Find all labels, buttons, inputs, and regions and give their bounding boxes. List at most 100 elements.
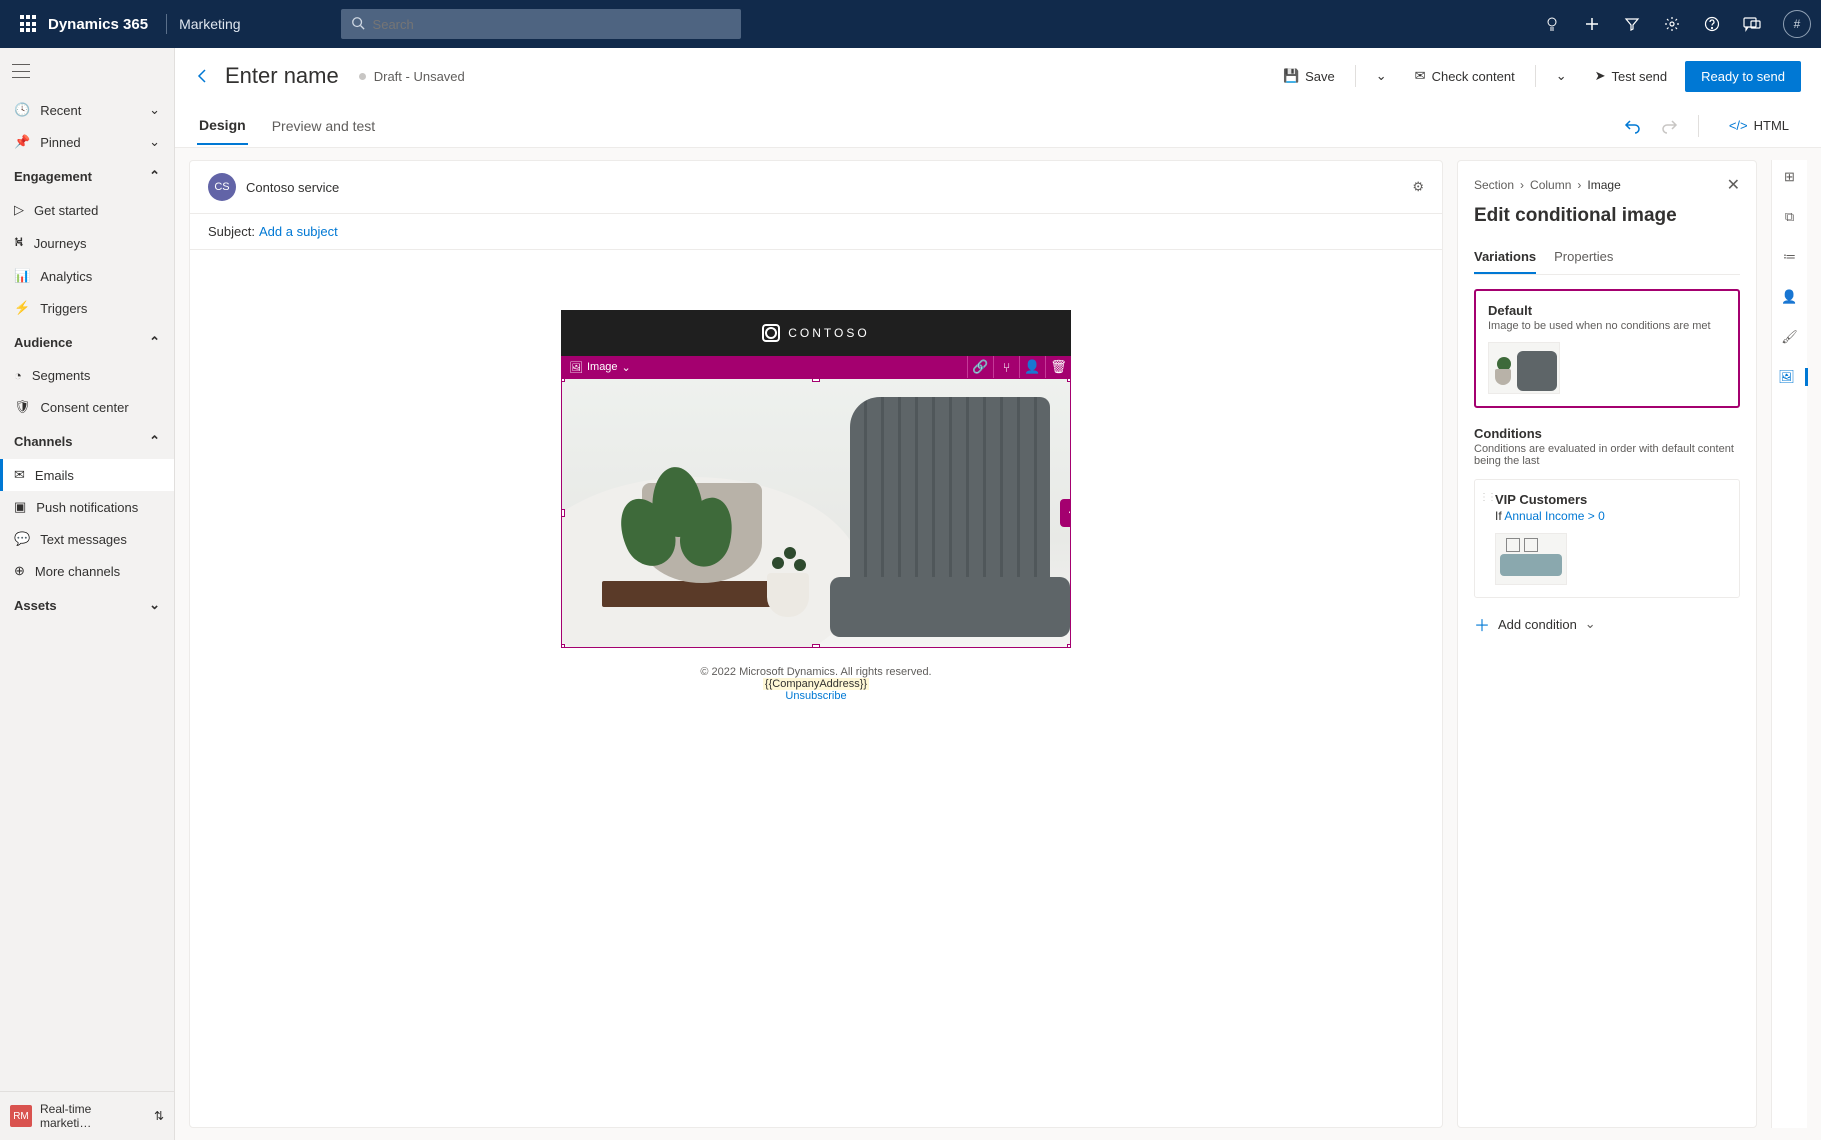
resize-handle[interactable] bbox=[561, 644, 565, 648]
hamburger-icon[interactable] bbox=[12, 64, 30, 78]
more-icon: ⊕ bbox=[14, 563, 25, 579]
global-search[interactable] bbox=[341, 9, 741, 39]
panel-close-button[interactable]: ✕ bbox=[1727, 175, 1740, 195]
default-thumbnail[interactable] bbox=[1488, 342, 1560, 394]
filter-icon[interactable] bbox=[1623, 15, 1641, 33]
resize-handle[interactable] bbox=[812, 378, 820, 382]
sidebar-emails[interactable]: ✉Emails bbox=[0, 459, 174, 491]
clock-icon: 🕓 bbox=[14, 102, 30, 118]
rail-image-icon[interactable]: 🖼 bbox=[1772, 368, 1808, 386]
email-canvas[interactable]: CS Contoso service ⚙ Subject: Add a subj… bbox=[189, 160, 1443, 1128]
tab-variations[interactable]: Variations bbox=[1474, 241, 1536, 274]
area-switcher[interactable]: RM Real-time marketi… ⇅ bbox=[0, 1091, 174, 1140]
sender-name[interactable]: Contoso service bbox=[246, 180, 339, 195]
check-dropdown[interactable]: ⌄ bbox=[1546, 62, 1577, 90]
sidebar-sms[interactable]: 💬Text messages bbox=[0, 523, 174, 555]
search-input[interactable] bbox=[341, 9, 741, 39]
condition-card[interactable]: VIP Customers If Annual Income > 0 bbox=[1474, 479, 1740, 598]
rail-add-icon[interactable]: ⊞ bbox=[1781, 168, 1799, 186]
consent-icon: 🛡 bbox=[14, 399, 31, 415]
sidebar-triggers[interactable]: ⚡Triggers bbox=[0, 292, 174, 324]
resize-handle[interactable] bbox=[1067, 378, 1071, 382]
sidebar-pinned[interactable]: 📌Pinned⌄ bbox=[0, 126, 174, 158]
crumb-column[interactable]: Column bbox=[1530, 178, 1571, 192]
test-send-button[interactable]: ➤Test send bbox=[1585, 62, 1678, 90]
settings-icon[interactable] bbox=[1663, 15, 1681, 33]
resize-handle[interactable] bbox=[561, 378, 565, 382]
record-title[interactable]: Enter name bbox=[225, 63, 339, 89]
sender-settings-icon[interactable]: ⚙ bbox=[1412, 179, 1424, 195]
condition-link[interactable]: Annual Income > 0 bbox=[1504, 509, 1604, 523]
resize-handle[interactable] bbox=[1067, 644, 1071, 648]
group-engagement[interactable]: Engagement⌃ bbox=[0, 158, 174, 194]
area-badge: RM bbox=[10, 1105, 32, 1127]
save-dropdown[interactable]: ⌄ bbox=[1366, 62, 1397, 90]
conditions-subtitle: Conditions are evaluated in order with d… bbox=[1474, 443, 1740, 467]
chevron-up-icon: ⌃ bbox=[149, 168, 160, 184]
tab-preview[interactable]: Preview and test bbox=[270, 108, 378, 144]
status-text: Draft - Unsaved bbox=[374, 69, 465, 84]
rail-styles-icon[interactable]: 🖌 bbox=[1781, 328, 1799, 346]
sidebar-more-channels[interactable]: ⊕More channels bbox=[0, 555, 174, 587]
rail-personalize-icon[interactable]: 👤 bbox=[1781, 288, 1799, 306]
tab-design[interactable]: Design bbox=[197, 107, 248, 145]
address-token[interactable]: {{CompanyAddress}} bbox=[763, 678, 869, 690]
subject-row: Subject: Add a subject bbox=[190, 214, 1442, 250]
area-label: Marketing bbox=[179, 16, 240, 32]
panel-tabs: Variations Properties bbox=[1474, 241, 1740, 275]
app-launcher-icon[interactable] bbox=[20, 15, 38, 33]
back-button[interactable] bbox=[195, 68, 211, 84]
rail-elements-icon[interactable]: ⧉ bbox=[1781, 208, 1799, 226]
branch-action-icon[interactable]: ⑂ bbox=[993, 356, 1019, 378]
group-audience[interactable]: Audience⌃ bbox=[0, 324, 174, 360]
subject-input[interactable]: Add a subject bbox=[259, 224, 338, 239]
chat-icon[interactable] bbox=[1743, 15, 1761, 33]
group-assets[interactable]: Assets⌄ bbox=[0, 587, 174, 623]
command-bar: Enter name Draft - Unsaved 💾Save ⌄ ✉Chec… bbox=[175, 48, 1821, 104]
html-button[interactable]: </>HTML bbox=[1719, 112, 1799, 139]
selected-image-block[interactable]: ✥ bbox=[561, 378, 1071, 648]
user-avatar[interactable]: # bbox=[1783, 10, 1811, 38]
group-channels[interactable]: Channels⌃ bbox=[0, 423, 174, 459]
condition-expression: If Annual Income > 0 bbox=[1495, 509, 1727, 523]
chevron-down-icon: ⌄ bbox=[149, 597, 160, 613]
ready-to-send-button[interactable]: Ready to send bbox=[1685, 61, 1801, 92]
link-action-icon[interactable]: 🔗 bbox=[967, 356, 993, 378]
unsubscribe-link[interactable]: Unsubscribe bbox=[785, 690, 846, 702]
sidebar-journeys[interactable]: ⛕Journeys bbox=[0, 226, 174, 260]
sidebar-consent[interactable]: 🛡Consent center bbox=[0, 391, 174, 423]
sidebar-analytics[interactable]: 📊Analytics bbox=[0, 260, 174, 292]
updown-icon: ⇅ bbox=[154, 1109, 164, 1123]
sidebar-push[interactable]: ▣Push notifications bbox=[0, 491, 174, 523]
default-title: Default bbox=[1488, 303, 1726, 318]
resize-handle[interactable] bbox=[812, 644, 820, 648]
undo-button[interactable] bbox=[1624, 117, 1642, 135]
rail-outline-icon[interactable]: ≔ bbox=[1781, 248, 1799, 266]
move-handle[interactable]: ✥ bbox=[1060, 499, 1071, 527]
add-condition-button[interactable]: ＋ Add condition ⌄ bbox=[1474, 612, 1740, 636]
save-button[interactable]: 💾Save bbox=[1273, 62, 1345, 90]
condition-thumbnail[interactable] bbox=[1495, 533, 1567, 585]
selection-label[interactable]: 🖼Image⌄ bbox=[561, 359, 639, 376]
sidebar-segments[interactable]: ◔Segments bbox=[0, 360, 174, 391]
tab-properties[interactable]: Properties bbox=[1554, 241, 1613, 274]
redo-button[interactable] bbox=[1660, 117, 1678, 135]
delete-action-icon[interactable]: 🗑 bbox=[1045, 356, 1071, 378]
email-hero-section[interactable]: CONTOSO 🖼Image⌄ 🔗 ⑂ 👤 🗑 bbox=[561, 310, 1071, 648]
help-icon[interactable] bbox=[1703, 15, 1721, 33]
lightbulb-icon[interactable] bbox=[1543, 15, 1561, 33]
crumb-section[interactable]: Section bbox=[1474, 178, 1514, 192]
personalize-action-icon[interactable]: 👤 bbox=[1019, 356, 1045, 378]
default-variation-card[interactable]: Default Image to be used when no conditi… bbox=[1474, 289, 1740, 408]
sidebar-get-started[interactable]: ▷Get started bbox=[0, 194, 174, 226]
selection-toolbar: 🖼Image⌄ 🔗 ⑂ 👤 🗑 bbox=[561, 356, 1071, 378]
condition-name: VIP Customers bbox=[1495, 492, 1727, 507]
check-content-button[interactable]: ✉Check content bbox=[1405, 62, 1525, 90]
brand-label: Dynamics 365 bbox=[48, 16, 148, 33]
plus-icon[interactable] bbox=[1583, 15, 1601, 33]
chevron-up-icon: ⌃ bbox=[149, 433, 160, 449]
sidebar-recent[interactable]: 🕓Recent⌄ bbox=[0, 94, 174, 126]
resize-handle[interactable] bbox=[561, 509, 565, 517]
pin-icon: 📌 bbox=[14, 134, 30, 150]
chevron-down-icon: ⌄ bbox=[149, 134, 160, 150]
